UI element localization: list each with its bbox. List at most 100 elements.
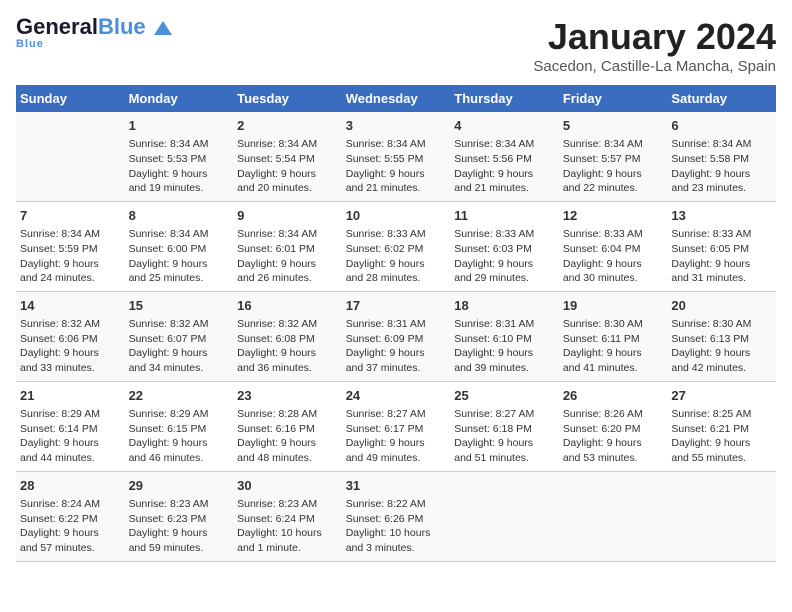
day-number: 21: [20, 387, 121, 405]
calendar-cell: 4 Sunrise: 8:34 AM Sunset: 5:56 PM Daylig…: [450, 112, 559, 201]
day-number: 7: [20, 207, 121, 225]
calendar-cell: 24 Sunrise: 8:27 AM Sunset: 6:17 PM Dayli…: [342, 381, 451, 471]
day-info: Sunrise: 8:27 AM Sunset: 6:18 PM Dayligh…: [454, 407, 555, 466]
calendar-header: SundayMondayTuesdayWednesdayThursdayFrid…: [16, 85, 776, 112]
day-number: 24: [346, 387, 447, 405]
calendar-cell: 30Sunrise: 8:23 AM Sunset: 6:24 PM Dayli…: [233, 471, 342, 561]
logo-general: General: [16, 14, 98, 39]
calendar-cell: 8 Sunrise: 8:34 AM Sunset: 6:00 PM Daylig…: [125, 201, 234, 291]
day-number: 8: [129, 207, 230, 225]
day-info: Sunrise: 8:34 AM Sunset: 5:54 PM Dayligh…: [237, 137, 338, 196]
day-info: Sunrise: 8:32 AM Sunset: 6:08 PM Dayligh…: [237, 317, 338, 376]
weekday-header-row: SundayMondayTuesdayWednesdayThursdayFrid…: [16, 85, 776, 112]
day-number: 6: [671, 117, 772, 135]
calendar-cell: 20Sunrise: 8:30 AM Sunset: 6:13 PM Dayli…: [667, 291, 776, 381]
day-info: Sunrise: 8:23 AM Sunset: 6:23 PM Dayligh…: [129, 497, 230, 556]
calendar-cell: 15 Sunrise: 8:32 AM Sunset: 6:07 PM Dayli…: [125, 291, 234, 381]
day-number: 15: [129, 297, 230, 315]
calendar-cell: 10Sunrise: 8:33 AM Sunset: 6:02 PM Dayli…: [342, 201, 451, 291]
day-number: 28: [20, 477, 121, 495]
day-info: Sunrise: 8:29 AM Sunset: 6:14 PM Dayligh…: [20, 407, 121, 466]
day-info: Sunrise: 8:27 AM Sunset: 6:17 PM Dayligh…: [346, 407, 447, 466]
day-info: Sunrise: 8:32 AM Sunset: 6:07 PM Dayligh…: [129, 317, 230, 376]
day-number: 27: [671, 387, 772, 405]
day-number: 19: [563, 297, 664, 315]
day-number: 18: [454, 297, 555, 315]
day-number: 25: [454, 387, 555, 405]
day-info: Sunrise: 8:23 AM Sunset: 6:24 PM Dayligh…: [237, 497, 338, 556]
calendar-cell: 17 Sunrise: 8:31 AM Sunset: 6:09 PM Dayli…: [342, 291, 451, 381]
day-info: Sunrise: 8:33 AM Sunset: 6:05 PM Dayligh…: [671, 227, 772, 286]
day-number: 3: [346, 117, 447, 135]
calendar-cell: 23Sunrise: 8:28 AM Sunset: 6:16 PM Dayli…: [233, 381, 342, 471]
day-info: Sunrise: 8:33 AM Sunset: 6:03 PM Dayligh…: [454, 227, 555, 286]
calendar-cell: 5 Sunrise: 8:34 AM Sunset: 5:57 PM Daylig…: [559, 112, 668, 201]
day-number: 16: [237, 297, 338, 315]
calendar-subtitle: Sacedon, Castille-La Mancha, Spain: [533, 58, 776, 75]
day-info: Sunrise: 8:26 AM Sunset: 6:20 PM Dayligh…: [563, 407, 664, 466]
calendar-cell: 26 Sunrise: 8:26 AM Sunset: 6:20 PM Dayli…: [559, 381, 668, 471]
calendar-cell: 9Sunrise: 8:34 AM Sunset: 6:01 PM Daylig…: [233, 201, 342, 291]
calendar-cell: 6 Sunrise: 8:34 AM Sunset: 5:58 PM Daylig…: [667, 112, 776, 201]
day-number: 23: [237, 387, 338, 405]
day-info: Sunrise: 8:32 AM Sunset: 6:06 PM Dayligh…: [20, 317, 121, 376]
logo-icon: [154, 21, 172, 35]
calendar-cell: 7 Sunrise: 8:34 AM Sunset: 5:59 PM Daylig…: [16, 201, 125, 291]
day-info: Sunrise: 8:29 AM Sunset: 6:15 PM Dayligh…: [129, 407, 230, 466]
day-info: Sunrise: 8:34 AM Sunset: 6:00 PM Dayligh…: [129, 227, 230, 286]
day-number: 20: [671, 297, 772, 315]
day-number: 17: [346, 297, 447, 315]
day-number: 31: [346, 477, 447, 495]
calendar-cell: 11 Sunrise: 8:33 AM Sunset: 6:03 PM Dayli…: [450, 201, 559, 291]
calendar-cell: 31 Sunrise: 8:22 AM Sunset: 6:26 PM Dayli…: [342, 471, 451, 561]
calendar-cell: 28 Sunrise: 8:24 AM Sunset: 6:22 PM Dayli…: [16, 471, 125, 561]
day-info: Sunrise: 8:24 AM Sunset: 6:22 PM Dayligh…: [20, 497, 121, 556]
calendar-cell: [16, 112, 125, 201]
day-info: Sunrise: 8:34 AM Sunset: 5:58 PM Dayligh…: [671, 137, 772, 196]
calendar-cell: 25 Sunrise: 8:27 AM Sunset: 6:18 PM Dayli…: [450, 381, 559, 471]
day-number: 4: [454, 117, 555, 135]
weekday-friday: Friday: [559, 85, 668, 112]
calendar-title: January 2024: [533, 16, 776, 58]
weekday-thursday: Thursday: [450, 85, 559, 112]
day-info: Sunrise: 8:34 AM Sunset: 5:57 PM Dayligh…: [563, 137, 664, 196]
logo-subtext: Blue: [16, 38, 44, 50]
day-number: 11: [454, 207, 555, 225]
logo: GeneralBlue Blue: [16, 16, 172, 50]
day-number: 1: [129, 117, 230, 135]
day-info: Sunrise: 8:34 AM Sunset: 5:55 PM Dayligh…: [346, 137, 447, 196]
week-row-1: 1 Sunrise: 8:34 AM Sunset: 5:53 PM Daylig…: [16, 112, 776, 201]
calendar-cell: 22 Sunrise: 8:29 AM Sunset: 6:15 PM Dayli…: [125, 381, 234, 471]
logo-text: GeneralBlue: [16, 16, 172, 38]
week-row-3: 14Sunrise: 8:32 AM Sunset: 6:06 PM Dayli…: [16, 291, 776, 381]
weekday-tuesday: Tuesday: [233, 85, 342, 112]
calendar-cell: 13 Sunrise: 8:33 AM Sunset: 6:05 PM Dayli…: [667, 201, 776, 291]
day-info: Sunrise: 8:22 AM Sunset: 6:26 PM Dayligh…: [346, 497, 447, 556]
week-row-4: 21 Sunrise: 8:29 AM Sunset: 6:14 PM Dayli…: [16, 381, 776, 471]
title-area: January 2024 Sacedon, Castille-La Mancha…: [533, 16, 776, 75]
calendar-cell: 2Sunrise: 8:34 AM Sunset: 5:54 PM Daylig…: [233, 112, 342, 201]
day-number: 9: [237, 207, 338, 225]
day-info: Sunrise: 8:34 AM Sunset: 5:53 PM Dayligh…: [129, 137, 230, 196]
week-row-2: 7 Sunrise: 8:34 AM Sunset: 5:59 PM Daylig…: [16, 201, 776, 291]
weekday-saturday: Saturday: [667, 85, 776, 112]
day-number: 22: [129, 387, 230, 405]
day-info: Sunrise: 8:30 AM Sunset: 6:11 PM Dayligh…: [563, 317, 664, 376]
logo-blue-text: Blue: [98, 14, 146, 39]
calendar-cell: 29 Sunrise: 8:23 AM Sunset: 6:23 PM Dayli…: [125, 471, 234, 561]
calendar-cell: [667, 471, 776, 561]
day-info: Sunrise: 8:25 AM Sunset: 6:21 PM Dayligh…: [671, 407, 772, 466]
day-number: 5: [563, 117, 664, 135]
day-info: Sunrise: 8:34 AM Sunset: 5:59 PM Dayligh…: [20, 227, 121, 286]
weekday-wednesday: Wednesday: [342, 85, 451, 112]
calendar-cell: 18 Sunrise: 8:31 AM Sunset: 6:10 PM Dayli…: [450, 291, 559, 381]
calendar-cell: [559, 471, 668, 561]
day-info: Sunrise: 8:31 AM Sunset: 6:09 PM Dayligh…: [346, 317, 447, 376]
day-number: 26: [563, 387, 664, 405]
day-number: 13: [671, 207, 772, 225]
week-row-5: 28 Sunrise: 8:24 AM Sunset: 6:22 PM Dayli…: [16, 471, 776, 561]
day-number: 29: [129, 477, 230, 495]
day-info: Sunrise: 8:34 AM Sunset: 5:56 PM Dayligh…: [454, 137, 555, 196]
day-info: Sunrise: 8:31 AM Sunset: 6:10 PM Dayligh…: [454, 317, 555, 376]
calendar-cell: 16 Sunrise: 8:32 AM Sunset: 6:08 PM Dayli…: [233, 291, 342, 381]
